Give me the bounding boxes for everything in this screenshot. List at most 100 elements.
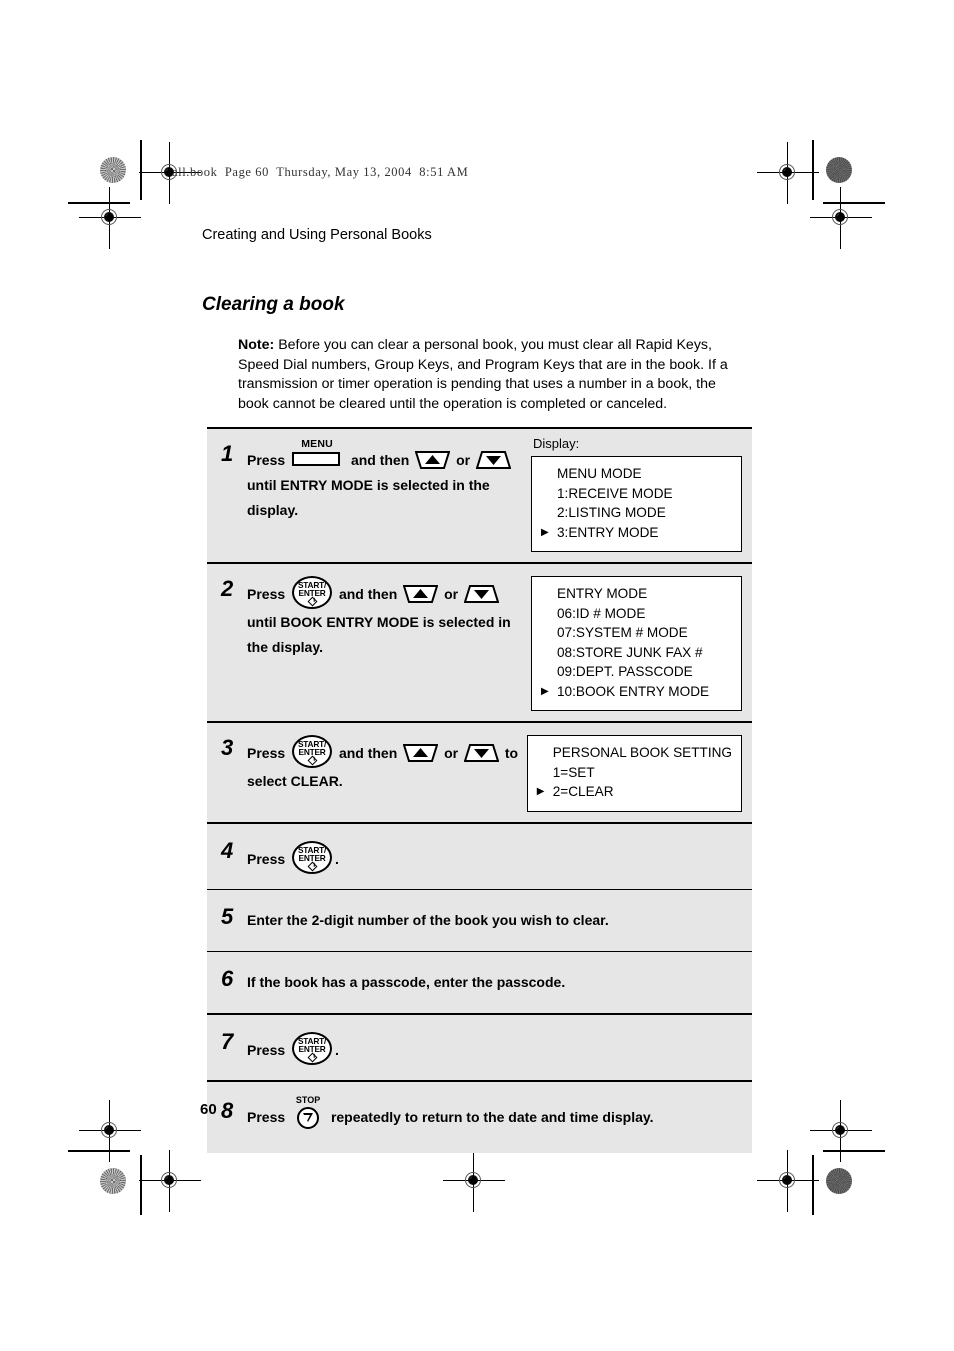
- step-1-number: 1: [221, 441, 234, 466]
- lcd-row-selected: ▶ 3:ENTRY MODE: [541, 523, 732, 543]
- lcd-screen-2: ENTRY MODE 06:ID # MODE 07:SYSTEM # MODE…: [531, 576, 742, 711]
- registration-dot-top-right: [826, 157, 852, 183]
- lcd-row-text: 2:LISTING MODE: [557, 505, 666, 520]
- step-3-tail-text: select CLEAR.: [247, 773, 343, 789]
- stop-triangle-icon: [302, 1112, 313, 1122]
- stop-key-icon[interactable]: STOP: [293, 1095, 323, 1131]
- step-3-press-label: Press: [247, 745, 286, 761]
- menu-key-icon[interactable]: MENU: [291, 439, 343, 471]
- book-file-header: all.book Page 60 Thursday, May 13, 2004 …: [172, 165, 469, 179]
- crop-line-top-right-v: [812, 140, 814, 200]
- step-2: 2 Press START/ ENTER and then or until B…: [207, 562, 752, 721]
- crop-line-left-h-bottom: [68, 1150, 130, 1152]
- lcd-row-selected: ▶ 10:BOOK ENTRY MODE: [541, 682, 732, 702]
- lcd-row: MENU MODE: [541, 464, 732, 484]
- step-4-left: 4 Press START/ ENTER .: [207, 824, 752, 889]
- step-3-or-label: or: [444, 745, 459, 761]
- step-2-press-label: Press: [247, 586, 286, 602]
- step-3-and-then-label: and then: [338, 745, 398, 761]
- step-7-left: 7 Press START/ ENTER .: [207, 1015, 752, 1080]
- step-8-press-label: Press: [247, 1108, 286, 1125]
- step-6-left: 6 If the book has a passcode, enter the …: [207, 952, 752, 1013]
- step-2-instruction: Press START/ ENTER and then or until BOO…: [247, 574, 525, 709]
- crop-line-bottom-left-v: [140, 1155, 142, 1215]
- lcd-row: PERSONAL BOOK SETTING: [537, 743, 732, 763]
- step-7: 7 Press START/ ENTER .: [207, 1012, 752, 1080]
- down-arrow-key-icon[interactable]: [463, 743, 499, 763]
- lcd-row: 08:STORE JUNK FAX #: [541, 643, 732, 663]
- registration-target-bottom-right: [757, 1150, 819, 1212]
- lcd-row-text: MENU MODE: [557, 466, 642, 481]
- step-5-text: Enter the 2-digit number of the book you…: [247, 911, 609, 928]
- lcd-screen-3: PERSONAL BOOK SETTING 1=SET ▶ 2=CLEAR: [526, 735, 742, 812]
- running-head: Creating and Using Personal Books: [202, 227, 432, 243]
- down-arrow-key-icon[interactable]: [463, 584, 499, 604]
- lcd-screen-1: MENU MODE 1:RECEIVE MODE 2:LISTING MODE …: [531, 456, 742, 552]
- lcd-row: 06:ID # MODE: [541, 604, 732, 624]
- lcd-row-text: 09:DEPT. PASSCODE: [557, 664, 693, 679]
- note-label: Note:: [238, 337, 275, 353]
- registration-target-right-upper: [810, 187, 872, 249]
- procedure-steps-panel: 1 Press MENU and then or until ENTRY MOD…: [207, 427, 752, 1153]
- lcd-row-text: 1:RECEIVE MODE: [557, 485, 673, 501]
- step-8-left: 8 Press STOP repeatedly to return to the…: [207, 1082, 752, 1153]
- step-2-number: 2: [221, 576, 234, 601]
- up-arrow-key-icon[interactable]: [403, 584, 439, 604]
- down-arrow-key-icon[interactable]: [475, 450, 511, 470]
- step-1-or-label: or: [456, 452, 471, 468]
- page-title: Clearing a book: [202, 294, 345, 315]
- step-8-text: repeatedly to return to the date and tim…: [330, 1108, 654, 1125]
- up-arrow-key-icon[interactable]: [415, 450, 451, 470]
- lcd-row: 07:SYSTEM # MODE: [541, 623, 732, 643]
- up-arrow-key-icon[interactable]: [403, 743, 439, 763]
- step-7-number: 7: [221, 1028, 234, 1054]
- lcd-row-text: 2=CLEAR: [552, 784, 614, 799]
- crop-line-right-h-bottom: [823, 1150, 885, 1152]
- step-4-instruction: Press START/ ENTER .: [247, 836, 339, 875]
- note-paragraph: Note: Before you can clear a personal bo…: [238, 336, 750, 414]
- lcd-row-text: PERSONAL BOOK SETTING: [552, 745, 732, 760]
- note-text: Before you can clear a personal book, yo…: [238, 337, 728, 412]
- lcd-selection-marker-icon: ▶: [541, 526, 549, 538]
- lcd-row-selected: ▶ 2=CLEAR: [537, 782, 732, 802]
- lcd-row: 1:RECEIVE MODE: [541, 484, 732, 504]
- lcd-row: 1=SET: [537, 763, 732, 783]
- lcd-row-text: 06:ID # MODE: [557, 605, 646, 621]
- crop-line-bottom-right-v: [812, 1155, 814, 1215]
- lcd-row-text: 1=SET: [552, 764, 595, 780]
- registration-target-left-upper: [79, 187, 141, 249]
- crop-line-top-left-v: [140, 140, 142, 200]
- step-1-and-then-label: and then: [350, 452, 410, 468]
- start-enter-key-icon[interactable]: START/ ENTER: [292, 840, 333, 875]
- registration-target-left-lower: [79, 1100, 141, 1162]
- registration-target-bottom-left: [139, 1150, 201, 1212]
- lcd-selection-marker-icon: ▶: [536, 786, 545, 797]
- step-3-display-area: PERSONAL BOOK SETTING 1=SET ▶ 2=CLEAR: [521, 723, 752, 822]
- lcd-row-text: 07:SYSTEM # MODE: [557, 625, 688, 640]
- step-1-tail-text: until ENTRY MODE is selected in the disp…: [247, 477, 490, 518]
- step-1: 1 Press MENU and then or until ENTRY MOD…: [207, 427, 752, 562]
- step-6-instruction: If the book has a passcode, enter the pa…: [247, 968, 565, 995]
- start-enter-key-icon[interactable]: START/ ENTER: [292, 735, 333, 769]
- step-5-left: 5 Enter the 2-digit number of the book y…: [207, 890, 752, 951]
- lcd-row: 2:LISTING MODE: [541, 503, 732, 523]
- step-2-display-area: ENTRY MODE 06:ID # MODE 07:SYSTEM # MODE…: [525, 564, 752, 721]
- step-4-press-label: Press: [247, 850, 286, 867]
- step-5-instruction: Enter the 2-digit number of the book you…: [247, 906, 609, 933]
- lcd-row: 09:DEPT. PASSCODE: [541, 662, 732, 682]
- menu-key-body: [292, 452, 341, 466]
- registration-target-right-lower: [810, 1100, 872, 1162]
- registration-target-top-right: [757, 142, 819, 204]
- step-2-and-then-label: and then: [338, 586, 398, 602]
- step-6: 6 If the book has a passcode, enter the …: [207, 950, 752, 1013]
- step-2-tail-text: until BOOK ENTRY MODE is selected in the…: [247, 614, 511, 655]
- stop-key-label: STOP: [295, 1094, 321, 1105]
- display-caption: Display:: [533, 436, 580, 451]
- step-8: 8 Press STOP repeatedly to return to the…: [207, 1079, 752, 1153]
- page-number: 60: [200, 1101, 217, 1118]
- step-6-text: If the book has a passcode, enter the pa…: [247, 973, 566, 990]
- step-4-number: 4: [221, 837, 234, 863]
- step-8-instruction: Press STOP repeatedly to return to the d…: [247, 1095, 654, 1131]
- start-enter-key-icon[interactable]: START/ ENTER: [292, 576, 333, 610]
- start-enter-key-icon[interactable]: START/ ENTER: [292, 1031, 333, 1066]
